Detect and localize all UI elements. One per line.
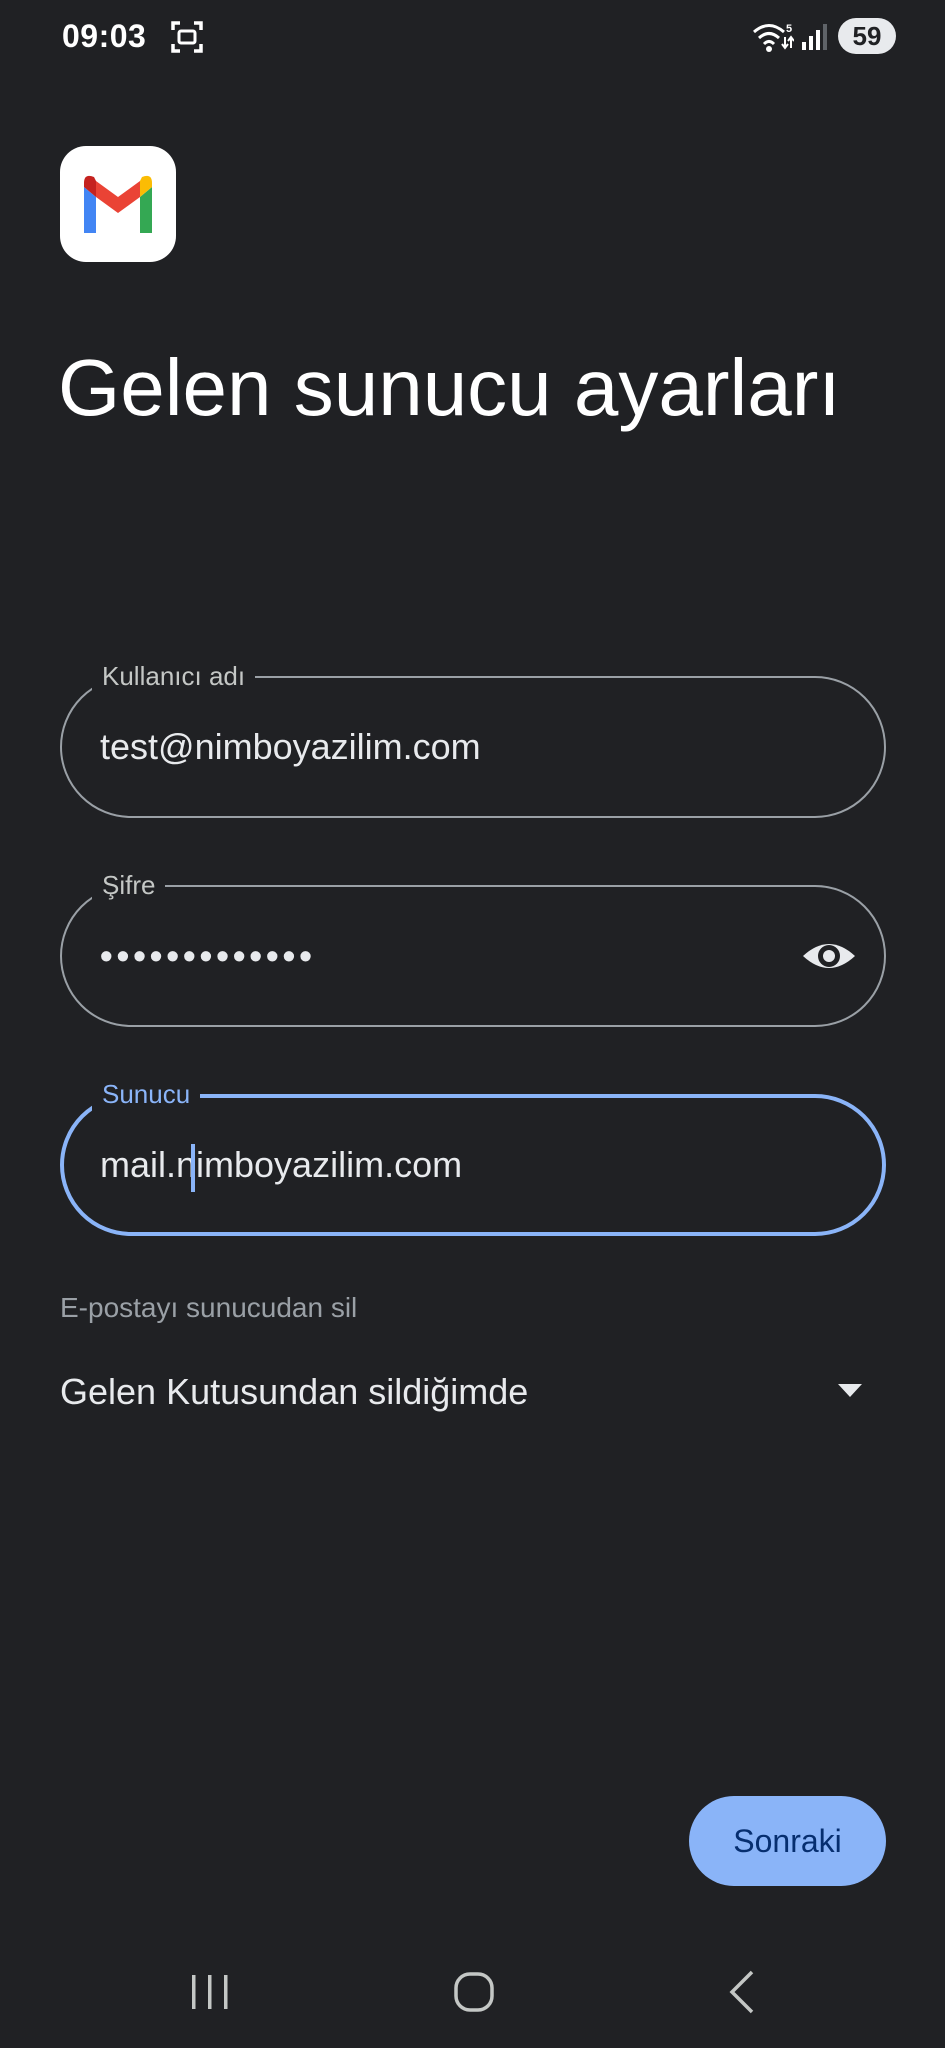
status-bar: 09:03 5 59 [0,0,945,76]
home-icon[interactable] [444,1962,504,2022]
password-field[interactable]: Şifre ••••••••••••• [60,867,886,1027]
svg-text:5: 5 [786,23,792,35]
delete-from-server-label: E-postayı sunucudan sil [60,1292,358,1323]
back-icon[interactable] [712,1962,772,2022]
signal-icon [802,24,827,50]
dropdown-selected-value: Gelen Kutusundan sildiğimde [60,1371,529,1412]
recents-icon[interactable] [180,1962,240,2022]
dropdown-arrow-icon [838,1384,862,1397]
navigation-bar [0,1940,945,2048]
next-button[interactable]: Sonraki [689,1796,886,1886]
page-title: Gelen sunucu ayarları [58,343,841,432]
text-cursor [191,1144,195,1192]
server-input[interactable]: mail.nimboyazilim.com [100,1098,462,1232]
password-input[interactable]: ••••••••••••• [100,887,316,1025]
screenshot-icon [171,21,203,53]
delete-from-server-dropdown[interactable]: Gelen Kutusundan sildiğimde [60,1360,886,1424]
username-input[interactable]: test@nimboyazilim.com [100,678,481,816]
gmail-logo-icon [60,146,176,262]
status-time: 09:03 [62,18,147,54]
battery-badge: 59 [838,18,896,54]
wifi-icon: 5 [753,23,794,52]
server-field[interactable]: Sunucu mail.nimboyazilim.com [60,1076,886,1236]
eye-icon[interactable] [800,927,858,985]
username-field[interactable]: Kullanıcı adı test@nimboyazilim.com [60,658,886,818]
